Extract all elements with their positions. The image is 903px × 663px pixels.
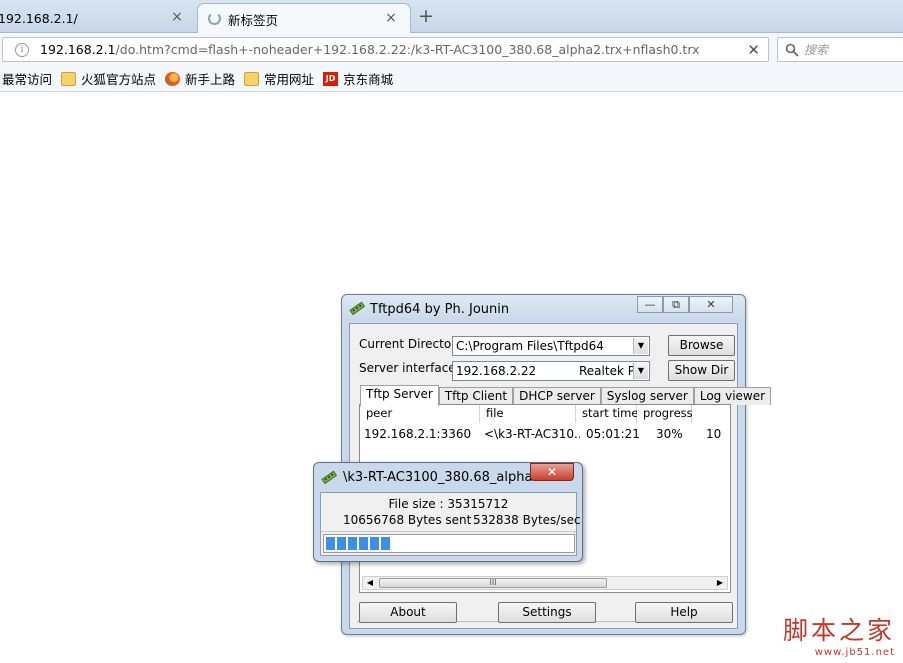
- table-row[interactable]: 192.168.2.1:3360 <\k3-RT-AC310... 05:01:…: [360, 425, 730, 443]
- transfer-client-area: File size : 35315712 10656768 Bytes sent…: [320, 492, 581, 556]
- progress-segment: [359, 537, 368, 550]
- cell-start-time: 05:01:21: [586, 427, 640, 441]
- bookmark-label: 最常访问: [2, 72, 53, 87]
- scroll-thumb[interactable]: III: [379, 578, 607, 588]
- column-extra[interactable]: [692, 405, 730, 423]
- url-bar[interactable]: i 192.168.2.1/do.htm?cmd=flash+-noheader…: [2, 37, 769, 62]
- chevron-down-icon[interactable]: ▼: [633, 363, 648, 379]
- window-title: Tftpd64 by Ph. Jounin: [370, 302, 510, 317]
- bookmarks-bar: 最常访问 火狐官方站点 新手上路 常用网址 JD 京东商城: [0, 66, 903, 92]
- tab-title: 新标签页: [228, 12, 279, 28]
- new-tab-button[interactable]: +: [418, 5, 434, 27]
- cell-peer: 192.168.2.1:3360: [364, 427, 472, 441]
- loading-icon: [208, 12, 221, 25]
- search-bar[interactable]: 搜索: [777, 37, 903, 62]
- navigation-bar: i 192.168.2.1/do.htm?cmd=flash+-noheader…: [0, 33, 903, 66]
- browse-button[interactable]: Browse: [668, 335, 735, 356]
- list-header: peer file start time progress: [360, 405, 730, 423]
- restore-button[interactable]: ⧉: [663, 296, 689, 313]
- clear-url-icon[interactable]: ✕: [747, 41, 760, 59]
- tab-router[interactable]: 192.168.2.1/ ×: [0, 3, 194, 33]
- close-button[interactable]: ✕: [689, 296, 733, 313]
- tab-new-tab[interactable]: 新标签页 ×: [197, 3, 411, 34]
- scroll-left-icon[interactable]: ◀: [363, 577, 377, 589]
- bookmark-label: 火狐官方站点: [81, 72, 157, 87]
- bookmark-jd[interactable]: JD 京东商城: [323, 69, 393, 88]
- bookmark-label: 京东商城: [343, 72, 394, 87]
- tab-strip: Tftp Server Tftp Client DHCP server Sysl…: [360, 385, 772, 406]
- folder-icon: [61, 71, 77, 86]
- progress-segment: [370, 537, 379, 550]
- jd-icon: JD: [323, 71, 339, 86]
- server-interface-ip: 192.168.2.22: [456, 364, 537, 378]
- tab-title: 192.168.2.1/: [0, 10, 78, 26]
- divider: [321, 531, 576, 532]
- bytes-sent-text: 10656768 Bytes sent: [343, 513, 472, 527]
- cell-progress: 30%: [656, 427, 683, 441]
- tab-close-icon[interactable]: ×: [384, 11, 398, 25]
- tab-tftp-server[interactable]: Tftp Server: [360, 385, 439, 406]
- progress-fill: [326, 537, 390, 550]
- chevron-down-icon[interactable]: ▼: [633, 338, 648, 354]
- bookmark-getting-started[interactable]: 新手上路: [165, 69, 235, 88]
- title-bar[interactable]: Tftpd64 by Ph. Jounin — ⧉ ✕: [342, 295, 745, 321]
- tab-tftp-client[interactable]: Tftp Client: [438, 387, 514, 405]
- watermark-text: 脚本之家: [782, 616, 895, 645]
- server-interface-select[interactable]: 192.168.2.22 Realtek PC ▼: [452, 361, 650, 381]
- column-file[interactable]: file: [480, 405, 576, 423]
- settings-button[interactable]: Settings: [498, 602, 596, 623]
- tab-log-viewer[interactable]: Log viewer: [693, 387, 772, 405]
- tab-close-icon[interactable]: ×: [170, 10, 184, 24]
- bookmark-firefox-site[interactable]: 火狐官方站点: [61, 69, 156, 88]
- url-text[interactable]: 192.168.2.1/do.htm?cmd=flash+-noheader+1…: [40, 42, 700, 57]
- progress-segment: [348, 537, 357, 550]
- tab-bar: 192.168.2.1/ × 新标签页 × +: [0, 0, 903, 34]
- url-path: /do.htm?cmd=flash+-noheader+192.168.2.22…: [115, 42, 700, 57]
- watermark-url: www.jb51.net: [814, 647, 895, 658]
- transfer-rate-text: 532838 Bytes/sec: [473, 513, 581, 527]
- progress-segment: [381, 537, 390, 550]
- folder-icon: [244, 71, 260, 86]
- scroll-right-icon[interactable]: ▶: [713, 577, 727, 589]
- show-dir-button[interactable]: Show Dir: [668, 360, 735, 381]
- bookmark-common-sites[interactable]: 常用网址: [244, 69, 314, 88]
- url-host: 192.168.2.1: [40, 42, 116, 57]
- cell-extra: 10: [706, 427, 722, 441]
- about-button[interactable]: About: [359, 602, 457, 623]
- bookmark-label: 新手上路: [185, 72, 236, 87]
- column-progress[interactable]: progress: [637, 405, 693, 423]
- help-button[interactable]: Help: [635, 602, 733, 623]
- transfer-progress-window: \k3-RT-AC3100_380.68_alpha... ✕ File siz…: [313, 462, 583, 562]
- file-size-text: File size : 35315712: [388, 497, 509, 511]
- tftpd-app-icon: [321, 470, 337, 485]
- firefox-icon: [165, 71, 181, 86]
- tab-syslog-server[interactable]: Syslog server: [600, 387, 694, 405]
- tftpd-app-icon: [349, 301, 365, 316]
- progress-segment: [337, 537, 346, 550]
- tab-dhcp-server[interactable]: DHCP server: [513, 387, 601, 405]
- server-interfaces-label: Server interfaces: [359, 361, 462, 375]
- minimize-button[interactable]: —: [637, 296, 663, 313]
- search-icon: [785, 43, 799, 57]
- progress-bar: [323, 534, 575, 553]
- current-directory-label: Current Directory: [359, 337, 464, 351]
- progress-segment: [326, 537, 335, 550]
- cell-file: <\k3-RT-AC310...: [484, 427, 580, 441]
- search-input[interactable]: 搜索: [804, 41, 828, 58]
- watermark: 脚本之家 www.jb51.net: [783, 611, 895, 658]
- current-directory-select[interactable]: C:\Program Files\Tftpd64 ▼: [452, 336, 650, 356]
- horizontal-scrollbar[interactable]: ◀ III ▶: [362, 576, 728, 590]
- bookmark-most-visited[interactable]: 最常访问: [2, 69, 52, 88]
- close-button[interactable]: ✕: [530, 463, 574, 481]
- info-icon[interactable]: i: [15, 42, 29, 57]
- column-start-time[interactable]: start time: [576, 405, 638, 423]
- current-directory-value: C:\Program Files\Tftpd64: [456, 339, 604, 353]
- window-title: \k3-RT-AC3100_380.68_alpha...: [343, 470, 545, 485]
- bookmark-label: 常用网址: [264, 72, 315, 87]
- column-peer[interactable]: peer: [360, 405, 480, 423]
